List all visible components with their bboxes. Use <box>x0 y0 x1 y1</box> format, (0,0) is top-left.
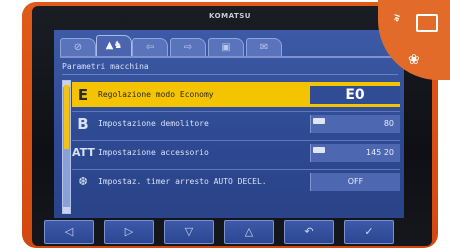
tab-1[interactable]: ⊘ <box>60 38 96 57</box>
page-title: Parametri macchina <box>62 60 398 75</box>
economy-icon: E <box>72 85 94 105</box>
row-value: OFF <box>310 173 400 191</box>
attachment-icon: ATT <box>72 146 95 159</box>
tab-5[interactable]: ▣ <box>208 38 244 57</box>
function-key-bar: ◁ ▷ ▽ △ ↶ ✓ <box>44 220 404 244</box>
row-label: Regolazione modo Economy <box>98 90 214 99</box>
fkey-left-button[interactable]: ◁ <box>44 220 94 244</box>
tab-2[interactable]: ▲♞ <box>96 35 132 57</box>
list-item-breaker[interactable]: B Impostazione demolitore 80 <box>72 111 400 136</box>
list-item-economy-mode[interactable]: E Regolazione modo Economy E0 <box>72 82 400 107</box>
tab-3[interactable]: ⇦ <box>132 38 168 57</box>
fkey-right-button[interactable]: ▷ <box>104 220 154 244</box>
breaker-icon: B <box>77 115 89 133</box>
row-label: Impostaz. timer arresto AUTO DECEL. <box>98 177 267 186</box>
flow-icon <box>313 147 325 153</box>
timer-icon: ❆ <box>78 175 88 188</box>
laurel-icon: ❀ <box>408 52 420 68</box>
fkey-back-button[interactable]: ↶ <box>284 220 334 244</box>
flow-icon <box>313 118 325 124</box>
list-item-attachment[interactable]: ATT Impostazione accessorio 145 20 <box>72 140 400 165</box>
scroll-thumb[interactable] <box>64 85 69 149</box>
scrollbar[interactable] <box>62 80 71 214</box>
tab-strip: ⊘ ▲♞ ⇦ ⇨ ▣ ✉ <box>60 34 400 58</box>
row-value: 145 20 <box>310 144 400 162</box>
tab-6[interactable]: ✉ <box>246 38 282 57</box>
row-label: Impostazione demolitore <box>98 119 209 128</box>
fkey-confirm-button[interactable]: ✓ <box>344 220 394 244</box>
fkey-up-button[interactable]: △ <box>224 220 274 244</box>
brand-logo: KOMATSU <box>209 12 251 20</box>
fkey-down-button[interactable]: ▽ <box>164 220 214 244</box>
row-value-text: 145 20 <box>366 148 394 157</box>
scroll-down-icon[interactable] <box>63 207 70 213</box>
screen-icon <box>416 14 438 32</box>
row-label: Impostazione accessorio <box>98 148 209 157</box>
display-screen: ⊘ ▲♞ ⇦ ⇨ ▣ ✉ Parametri macchina E Regola… <box>54 30 404 218</box>
row-value: 80 <box>310 115 400 133</box>
list-item-auto-decel-timer[interactable]: ❆ Impostaz. timer arresto AUTO DECEL. OF… <box>72 169 400 194</box>
row-value-text: 80 <box>383 119 394 128</box>
tab-divider <box>60 56 400 58</box>
parameter-list: E Regolazione modo Economy E0 B Impostaz… <box>72 82 400 198</box>
row-value: E0 <box>310 86 400 104</box>
tab-4[interactable]: ⇨ <box>170 38 206 57</box>
